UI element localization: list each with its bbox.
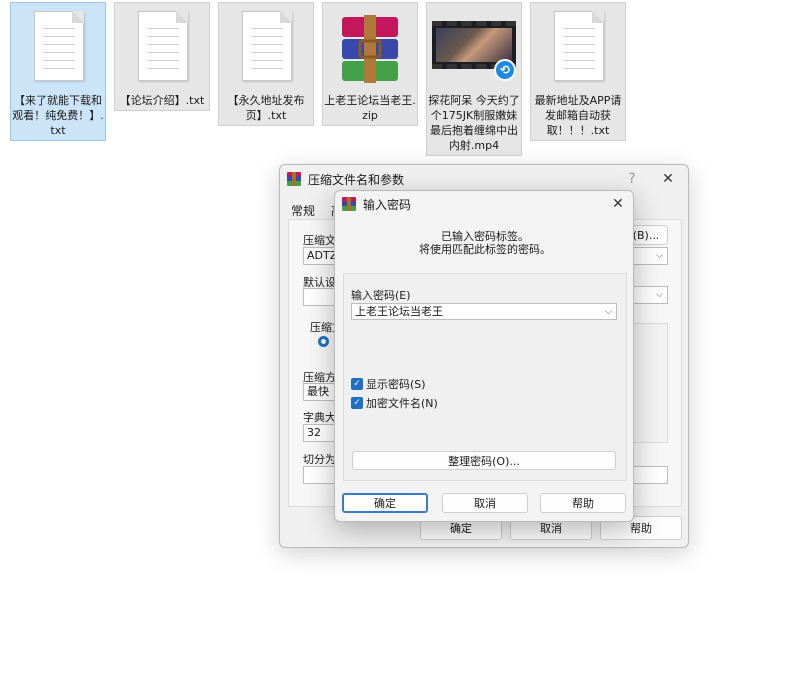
password-value: 上老王论坛当老王 bbox=[355, 305, 443, 318]
close-button[interactable]: ✕ bbox=[650, 165, 686, 193]
checkmark-icon: ✓ bbox=[351, 378, 363, 390]
ok-button[interactable]: 确定 bbox=[342, 493, 428, 513]
winrar-archive-icon bbox=[336, 9, 404, 87]
file-name: 最新地址及APP请发邮箱自动获取！！！.txt bbox=[534, 94, 622, 137]
txt-file-icon bbox=[232, 9, 300, 87]
winrar-icon bbox=[287, 172, 301, 186]
help-title-button[interactable]: ? bbox=[614, 165, 650, 193]
show-password-label: 显示密码(S) bbox=[366, 378, 426, 391]
txt-file-icon bbox=[544, 9, 612, 87]
format-radio-rar[interactable] bbox=[318, 336, 329, 347]
chevron-down-icon: ⌵ bbox=[656, 290, 663, 300]
encrypt-filenames-checkbox[interactable]: ✓ 加密文件名(N) bbox=[351, 395, 438, 411]
txt-file-icon bbox=[128, 9, 196, 87]
archive-name-label: 压缩文 bbox=[303, 234, 336, 247]
password-input[interactable]: 上老王论坛当老王 ⌵ bbox=[351, 303, 617, 320]
dialog-title: 输入密码 bbox=[363, 197, 412, 212]
titlebar: 输入密码 bbox=[335, 191, 633, 217]
chevron-down-icon: ⌵ bbox=[656, 251, 663, 261]
close-button[interactable]: ✕ bbox=[601, 191, 633, 217]
info-line-2: 将使用匹配此标签的密码。 bbox=[419, 243, 551, 256]
dialog-title: 压缩文件名和参数 bbox=[308, 172, 405, 187]
file-icon-latest-address[interactable]: 最新地址及APP请发邮箱自动获取！！！.txt bbox=[530, 2, 626, 141]
cancel-button[interactable]: 取消 bbox=[442, 493, 528, 513]
checkmark-icon: ✓ bbox=[351, 397, 363, 409]
options-group bbox=[630, 323, 668, 443]
file-icon-permanent-address[interactable]: 【永久地址发布页】.txt bbox=[218, 2, 314, 126]
file-name: 上老王论坛当老王.zip bbox=[324, 94, 416, 122]
file-icon-download-notice[interactable]: 【来了就能下载和观看！纯免费！】.txt bbox=[10, 2, 106, 141]
show-password-checkbox[interactable]: ✓ 显示密码(S) bbox=[351, 376, 426, 392]
txt-file-icon bbox=[24, 9, 92, 87]
player-badge-icon: ⟲ bbox=[494, 59, 516, 81]
tab-general[interactable]: 常规 bbox=[291, 202, 315, 219]
file-name: 【永久地址发布页】.txt bbox=[227, 94, 305, 122]
winrar-icon bbox=[342, 197, 356, 211]
file-name: 【来了就能下载和观看！纯免费！】.txt bbox=[12, 94, 104, 137]
chevron-down-icon: ⌵ bbox=[605, 307, 612, 317]
enter-password-dialog: 输入密码 ✕ 已输入密码标签。 将使用匹配此标签的密码。 输入密码(E) 上老王… bbox=[334, 190, 634, 522]
file-name: 【论坛介绍】.txt bbox=[119, 94, 205, 107]
encrypt-filenames-label: 加密文件名(N) bbox=[366, 397, 438, 410]
file-icon-zip-archive[interactable]: 上老王论坛当老王.zip bbox=[322, 2, 418, 126]
organize-passwords-button[interactable]: 整理密码(O)... bbox=[352, 451, 616, 470]
password-label: 输入密码(E) bbox=[351, 289, 411, 302]
file-icon-video[interactable]: ⟲ 探花阿呆 今天约了个175JK制服嫩妹最后抱着缠绵中出内射.mp4 bbox=[426, 2, 522, 156]
file-name: 探花阿呆 今天约了个175JK制服嫩妹最后抱着缠绵中出内射.mp4 bbox=[428, 94, 520, 152]
help-button[interactable]: 帮助 bbox=[540, 493, 626, 513]
file-icon-forum-intro[interactable]: 【论坛介绍】.txt bbox=[114, 2, 210, 111]
video-file-icon: ⟲ bbox=[432, 9, 516, 87]
